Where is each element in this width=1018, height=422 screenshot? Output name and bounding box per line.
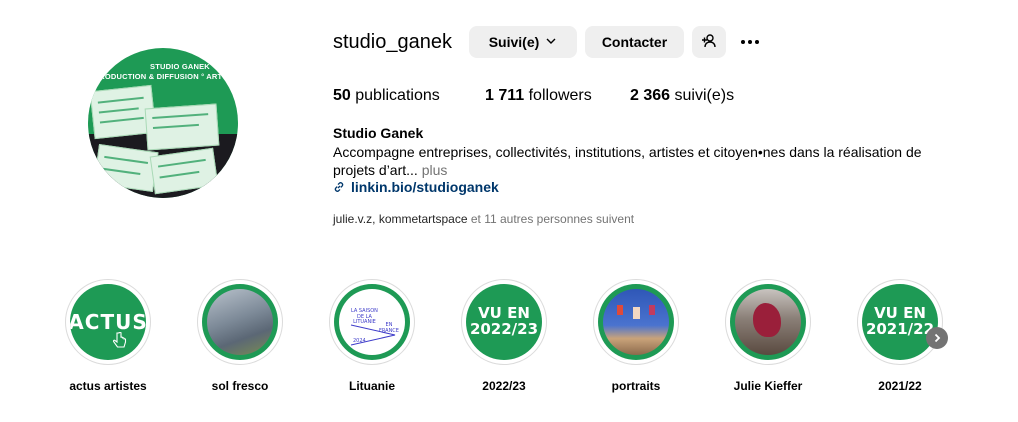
add-user-button[interactable]	[692, 26, 726, 58]
portraits-photo	[603, 289, 669, 355]
highlight-label: 2021/22	[878, 379, 922, 393]
bio-external-link[interactable]: linkin.bio/studioganek	[333, 179, 499, 195]
profile-bio: Accompagne entreprises, collectivités, i…	[333, 143, 963, 179]
highlight-cover-text: VU EN 2021/22	[865, 304, 935, 338]
highlight-label: Julie Kieffer	[733, 379, 803, 393]
avatar-card	[144, 103, 220, 151]
highlight-cover: LA SAISON DE LA LITUANIE EN FRANCE 2024	[334, 284, 410, 360]
highlight-portraits[interactable]: portraits	[592, 279, 680, 393]
highlight-ring	[593, 279, 679, 365]
contact-button[interactable]: Contacter	[585, 26, 684, 58]
lituanie-poster: LA SAISON DE LA LITUANIE EN FRANCE 2024	[339, 289, 405, 355]
hand-pointer-icon	[112, 332, 127, 348]
highlight-cover: VU EN 2022/23	[466, 284, 542, 360]
chevron-right-icon	[934, 333, 941, 343]
following-button-label: Suivi(e)	[488, 34, 540, 50]
highlight-ring	[197, 279, 283, 365]
profile-username: studio_ganek	[333, 31, 452, 53]
bio-more-link[interactable]: plus	[422, 162, 448, 178]
highlight-label: portraits	[611, 379, 661, 393]
avatar-card	[93, 144, 159, 192]
highlight-label: 2022/23	[482, 379, 526, 393]
avatar-brand-text: STUDIO GANEK	[150, 62, 210, 71]
highlight-sol-fresco[interactable]: sol fresco	[196, 279, 284, 393]
followed-by-others: et 11 autres personnes suivent	[470, 212, 635, 226]
highlight-label: Lituanie	[348, 379, 395, 393]
highlight-cover	[598, 284, 674, 360]
profile-full-name: Studio Ganek	[333, 125, 424, 141]
bio-link-text: linkin.bio/studioganek	[351, 179, 499, 195]
followers-count[interactable]: 1 711 followers	[485, 87, 592, 105]
profile-avatar[interactable]: STUDIO GANEK PRODUCTION & DIFFUSION ° AR…	[88, 48, 238, 198]
highlight-label: sol fresco	[211, 379, 269, 393]
chevron-down-icon	[545, 35, 557, 50]
highlight-lituanie[interactable]: LA SAISON DE LA LITUANIE EN FRANCE 2024 …	[328, 279, 416, 393]
avatar-subtitle-text: PRODUCTION & DIFFUSION ° ART CONT	[94, 72, 238, 81]
highlight-label: actus artistes	[69, 379, 147, 393]
followed-by-user[interactable]: julie.v.z	[333, 212, 372, 226]
highlight-2022-23[interactable]: VU EN 2022/23 2022/23	[460, 279, 548, 393]
sculpture-photo	[207, 289, 273, 355]
highlight-cover: VU EN 2021/22	[862, 284, 938, 360]
followed-by-user[interactable]: kommetartspace	[379, 212, 468, 226]
highlight-julie-kieffer[interactable]: Julie Kieffer	[724, 279, 812, 393]
highlight-cover	[202, 284, 278, 360]
posts-count: 50 publications	[333, 87, 440, 104]
highlight-actus-artistes[interactable]: ACTUS actus artistes	[64, 279, 152, 393]
highlight-cover-text: ACTUS	[70, 309, 146, 334]
highlight-ring: VU EN 2021/22	[857, 279, 943, 365]
highlight-ring: ACTUS	[65, 279, 151, 365]
highlight-ring	[725, 279, 811, 365]
followed-by-text[interactable]: julie.v.z, kommetartspace et 11 autres p…	[333, 212, 634, 226]
highlight-ring: VU EN 2022/23	[461, 279, 547, 365]
link-icon	[334, 182, 344, 192]
more-options-icon[interactable]	[738, 30, 762, 54]
highlight-cover	[730, 284, 806, 360]
highlight-ring: LA SAISON DE LA LITUANIE EN FRANCE 2024	[329, 279, 415, 365]
following-button[interactable]: Suivi(e)	[469, 26, 577, 58]
person-add-icon	[701, 33, 717, 52]
highlight-cover: ACTUS	[70, 284, 146, 360]
highlight-cover-text: VU EN 2022/23	[469, 304, 539, 338]
julie-kieffer-photo	[735, 289, 801, 355]
following-count[interactable]: 2 366 suivi(e)s	[630, 87, 734, 105]
next-highlights-button[interactable]	[926, 327, 948, 349]
